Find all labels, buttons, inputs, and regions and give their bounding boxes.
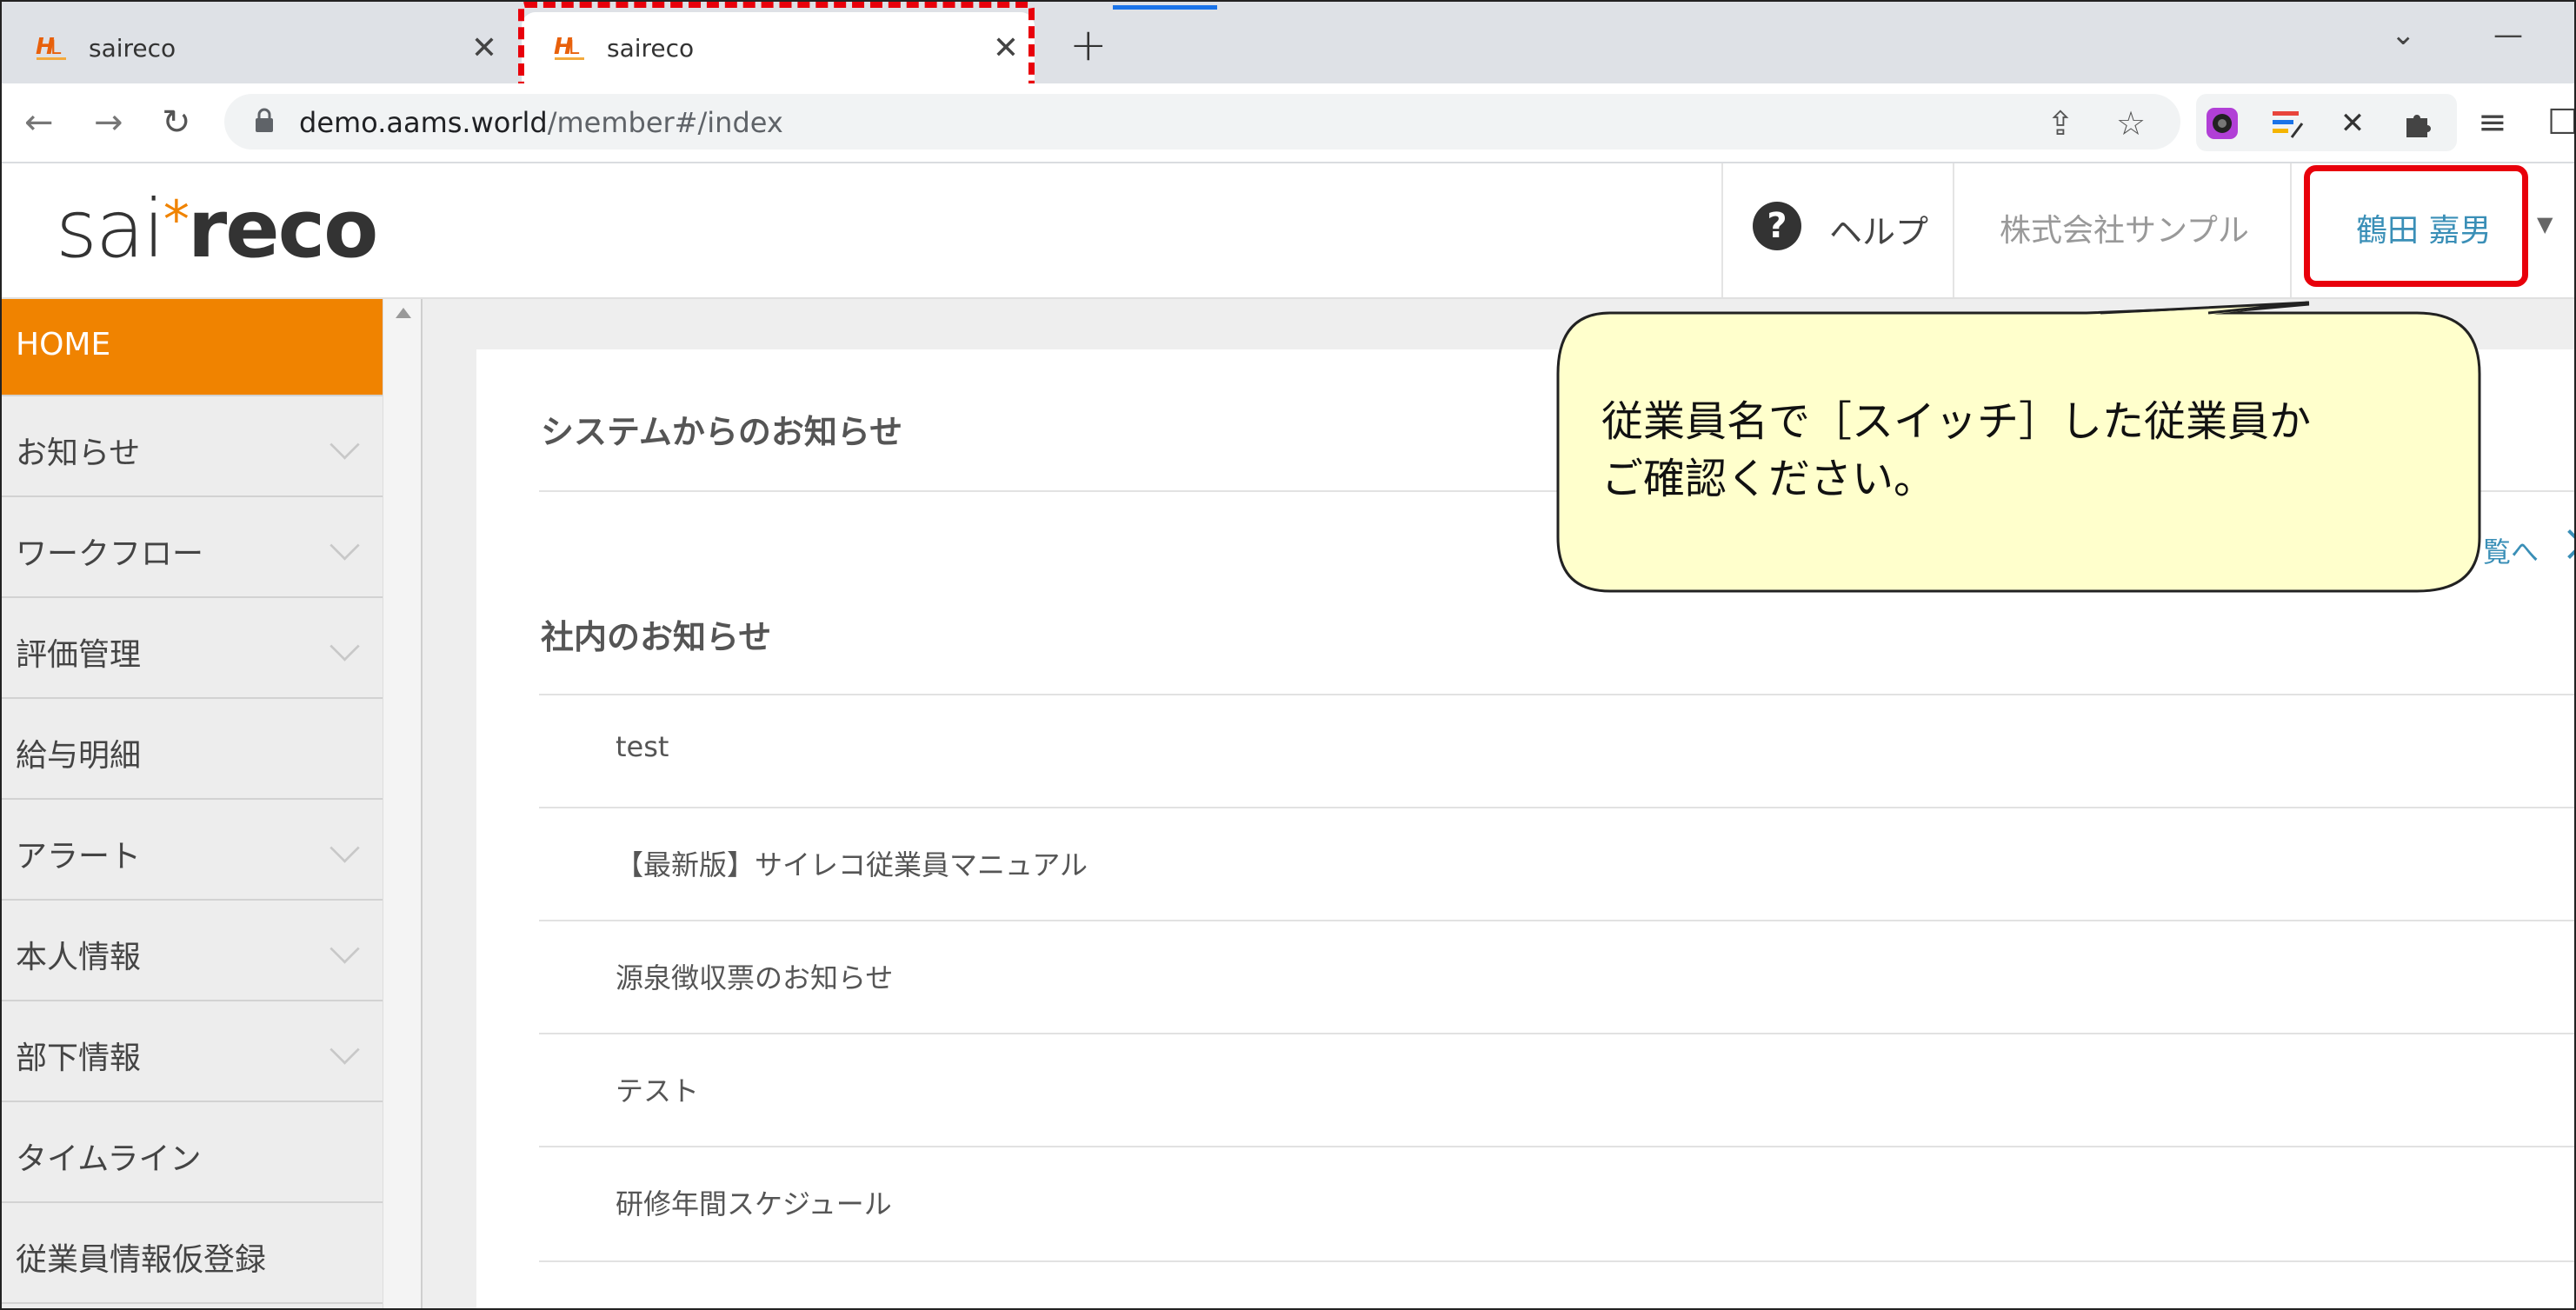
close-tab-icon[interactable]: ✕ xyxy=(993,30,1019,66)
sidebar-item-label: 本人情報 xyxy=(16,940,142,975)
sidebar-item-label: ワークフロー xyxy=(16,536,204,572)
extensions-area: ✕ xyxy=(2196,94,2457,151)
sidebar-item-label: HOME xyxy=(16,327,111,362)
saireco-favicon-icon: HL xyxy=(553,33,586,63)
internal-notices-title: 社内のお知らせ xyxy=(541,618,772,656)
sidebar-item-personal-info[interactable]: 本人情報 xyxy=(0,902,383,1001)
address-bar[interactable]: demo.aams.world/member#/index ⇪ ☆ xyxy=(224,94,2180,150)
extension-x-icon[interactable]: ✕ xyxy=(2335,106,2370,141)
chevron-down-icon xyxy=(329,429,360,460)
side-panel-icon[interactable]: ☐ xyxy=(2547,103,2576,143)
row-divider xyxy=(539,1146,2576,1147)
chevron-down-icon xyxy=(329,1034,360,1065)
system-notices-title: システムからのお知らせ xyxy=(541,413,903,451)
tab-indicator xyxy=(1113,5,1217,10)
share-icon[interactable]: ⇪ xyxy=(2047,104,2074,143)
browser-tabstrip: HL saireco ✕ HL saireco ✕ + ⌄ — xyxy=(0,0,2576,90)
minimize-icon[interactable]: — xyxy=(2493,17,2523,52)
back-icon[interactable]: ← xyxy=(24,103,54,143)
view-all-link[interactable]: 覧へ xyxy=(2483,530,2539,570)
url-text: demo.aams.world/member#/index xyxy=(299,106,783,139)
extension-camera-icon[interactable] xyxy=(2205,106,2240,141)
notice-item[interactable]: 源泉徴収票のお知らせ xyxy=(616,956,893,996)
lock-icon xyxy=(256,108,273,132)
forward-icon[interactable]: → xyxy=(94,103,123,143)
svg-text:L: L xyxy=(569,37,580,59)
sidebar: HOME お知らせ ワークフロー 評価管理 給与明細 アラート 本人情報 部下情… xyxy=(0,299,383,1310)
browser-toolbar: ← → ↻ demo.aams.world/member#/index ⇪ ☆ … xyxy=(0,83,2576,163)
sidebar-item-label: 従業員情報仮登録 xyxy=(16,1242,267,1278)
extensions-puzzle-icon[interactable] xyxy=(2400,106,2434,141)
sidebar-item-notices[interactable]: お知らせ xyxy=(0,398,383,497)
chevron-down-icon xyxy=(329,934,360,964)
url-host: demo.aams.world xyxy=(299,106,548,139)
media-control-icon[interactable]: ≡ xyxy=(2478,103,2507,143)
sidebar-item-workflow[interactable]: ワークフロー xyxy=(0,499,383,598)
sidebar-item-label: 部下情報 xyxy=(16,1041,142,1076)
sidebar-item-label: 評価管理 xyxy=(16,637,142,673)
row-divider xyxy=(539,1260,2576,1262)
chevron-down-icon xyxy=(329,631,360,662)
row-divider xyxy=(539,1033,2576,1034)
sidebar-item-label: お知らせ xyxy=(16,436,141,471)
reload-icon[interactable]: ↻ xyxy=(162,103,191,143)
url-path: /member#/index xyxy=(547,106,783,139)
browser-tab-1-title: saireco xyxy=(89,33,176,63)
close-tab-icon[interactable]: ✕ xyxy=(471,30,497,66)
browser-tab-1[interactable]: HL saireco ✕ xyxy=(0,12,513,83)
saireco-favicon-icon: HL xyxy=(35,33,68,63)
sidebar-item-subordinates[interactable]: 部下情報 xyxy=(0,1003,383,1102)
row-divider xyxy=(539,807,2576,808)
user-menu-caret-icon[interactable]: ▼ xyxy=(2537,212,2553,236)
browser-tab-2-title: saireco xyxy=(607,33,695,63)
chevron-down-icon xyxy=(329,530,360,561)
saireco-logo[interactable]: sai*reco xyxy=(56,183,379,276)
sidebar-item-employee-temp-registration[interactable]: 従業員情報仮登録 xyxy=(0,1205,383,1304)
sidebar-item-alerts[interactable]: アラート xyxy=(0,801,383,901)
extension-colorlines-icon[interactable] xyxy=(2271,106,2306,141)
sidebar-item-label: タイムライン xyxy=(16,1141,202,1177)
sidebar-scrollbar[interactable] xyxy=(383,299,423,1310)
row-divider xyxy=(539,920,2576,921)
sidebar-item-label: アラート xyxy=(16,839,142,874)
new-tab-button[interactable]: + xyxy=(1069,19,1108,71)
svg-text:L: L xyxy=(50,37,62,59)
callout-text: 従業員名で［スイッチ］した従業員か ご確認ください。 xyxy=(1601,397,2312,503)
logo-star: * xyxy=(163,190,190,250)
sidebar-item-label: 給与明細 xyxy=(16,738,142,774)
sidebar-item-timeline[interactable]: タイムライン xyxy=(0,1104,383,1203)
notice-item[interactable]: 研修年間スケジュール xyxy=(616,1182,892,1222)
bookmark-star-icon[interactable]: ☆ xyxy=(2116,104,2146,143)
sidebar-item-home[interactable]: HOME xyxy=(0,299,383,396)
notice-item[interactable]: 【最新版】サイレコ従業員マニュアル xyxy=(616,843,1088,883)
scroll-up-arrow-icon[interactable] xyxy=(396,308,411,318)
notice-item[interactable]: test xyxy=(616,730,669,763)
logo-reco: reco xyxy=(187,183,379,276)
section-divider xyxy=(539,694,2576,695)
notice-item[interactable]: テスト xyxy=(616,1069,699,1109)
logo-sai: sai xyxy=(56,183,165,276)
tab-search-chevron-icon[interactable]: ⌄ xyxy=(2391,17,2416,52)
browser-tab-2[interactable]: HL saireco ✕ xyxy=(522,12,1035,83)
sidebar-item-payslip[interactable]: 給与明細 xyxy=(0,701,383,800)
chevron-down-icon xyxy=(329,833,360,863)
sidebar-item-evaluation[interactable]: 評価管理 xyxy=(0,600,383,699)
